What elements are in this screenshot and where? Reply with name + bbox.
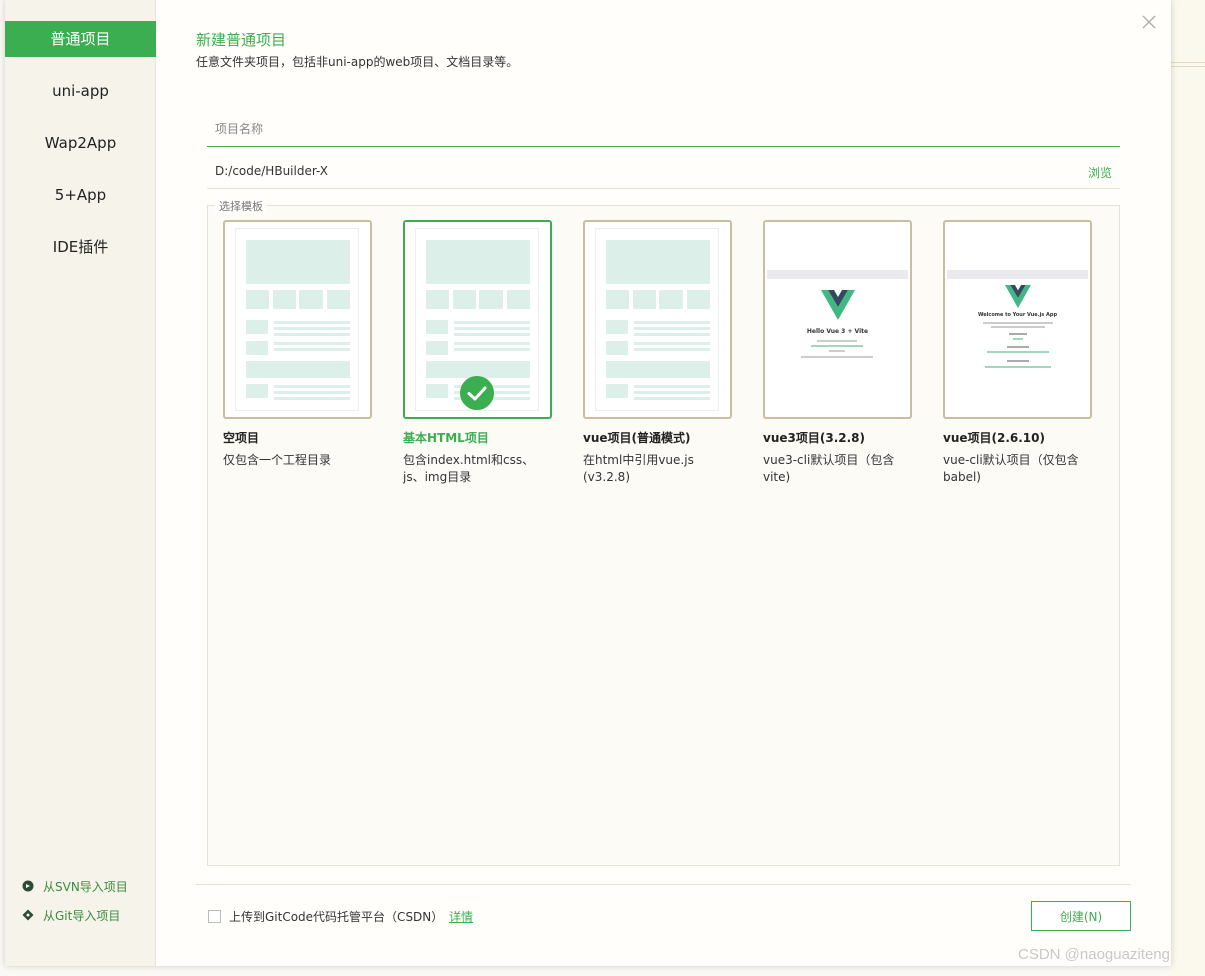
- svn-import-label: 从SVN导入项目: [43, 879, 128, 894]
- project-name-input[interactable]: [207, 112, 1120, 147]
- template-thumbnail: Hello Vue 3 + Vite: [763, 220, 912, 419]
- template-description: 在html中引用vue.js (v3.2.8): [583, 453, 694, 484]
- template-card-vue3[interactable]: Hello Vue 3 + Vite vue3项目(3.2.8) vue3-cl…: [763, 220, 912, 486]
- sidebar-item-ide-plugin[interactable]: IDE插件: [5, 229, 156, 265]
- upload-label: 上传到GitCode代码托管平台（CSDN）: [229, 910, 444, 924]
- browser-bar: [947, 270, 1088, 279]
- new-project-dialog: 普通项目 uni-app Wap2App 5+App IDE插件 从SVN导入项…: [5, 0, 1171, 966]
- vue-logo-icon: [821, 290, 855, 320]
- template-description: 包含index.html和css、js、img目录: [403, 453, 535, 484]
- template-legend: 选择模板: [215, 198, 267, 214]
- template-name: 基本HTML项目: [403, 431, 489, 445]
- wireframe-preview: [595, 228, 719, 411]
- template-card-vue-normal[interactable]: vue项目(普通模式) 在html中引用vue.js (v3.2.8): [583, 220, 732, 486]
- preview-heading: Welcome to Your Vue.js App: [977, 312, 1058, 318]
- upload-checkbox[interactable]: [208, 910, 221, 923]
- template-card-empty[interactable]: 空项目 仅包含一个工程目录: [223, 220, 372, 469]
- watermark: CSDN @naoguaziteng: [1018, 946, 1170, 963]
- template-thumbnail: Welcome to Your Vue.js App: [943, 220, 1092, 419]
- vue-app-preview: Hello Vue 3 + Vite: [767, 270, 908, 370]
- sidebar-item-wap2app[interactable]: Wap2App: [5, 125, 156, 161]
- location-path[interactable]: D:/code/HBuilder-X: [215, 164, 328, 178]
- template-name: vue3项目(3.2.8): [763, 431, 865, 445]
- template-description: vue-cli默认项目（仅包含babel): [943, 453, 1079, 484]
- details-link[interactable]: 详情: [449, 908, 473, 925]
- sidebar-item-uni-app[interactable]: uni-app: [5, 73, 156, 109]
- template-description: vue3-cli默认项目（包含vite): [763, 453, 895, 484]
- project-type-sidebar: 普通项目 uni-app Wap2App 5+App IDE插件 从SVN导入项…: [5, 0, 156, 966]
- location-row: D:/code/HBuilder-X 浏览: [207, 157, 1120, 189]
- template-thumbnail: [223, 220, 372, 419]
- template-thumbnail: [403, 220, 552, 419]
- import-from-git-link[interactable]: 从Git导入项目: [22, 905, 120, 925]
- check-icon: [460, 376, 494, 410]
- background-editor: [1170, 0, 1205, 976]
- git-import-label: 从Git导入项目: [43, 908, 121, 923]
- create-button[interactable]: 创建(N): [1031, 901, 1131, 931]
- import-from-svn-link[interactable]: 从SVN导入项目: [22, 876, 128, 896]
- dialog-content: 新建普通项目 任意文件夹项目，包括非uni-app的web项目、文档目录等。 D…: [156, 0, 1171, 966]
- template-name: 空项目: [223, 431, 260, 445]
- dialog-subtitle: 任意文件夹项目，包括非uni-app的web项目、文档目录等。: [196, 55, 519, 69]
- vue-logo-icon: [1005, 285, 1031, 308]
- wireframe-preview: [235, 228, 359, 411]
- editor-line: [1170, 62, 1205, 63]
- vue-app-preview: Welcome to Your Vue.js App: [947, 270, 1088, 376]
- template-name: vue项目(2.6.10): [943, 431, 1045, 445]
- editor-line: [1170, 66, 1205, 67]
- close-icon[interactable]: [1141, 14, 1157, 30]
- dialog-title: 新建普通项目: [196, 31, 287, 49]
- browse-button[interactable]: 浏览: [1088, 164, 1112, 181]
- template-description: 仅包含一个工程目录: [223, 453, 332, 467]
- template-card-basic-html[interactable]: 基本HTML项目 包含index.html和css、js、img目录: [403, 220, 552, 486]
- template-thumbnail: [583, 220, 732, 419]
- template-name: vue项目(普通模式): [583, 431, 691, 445]
- sidebar-item-5plus-app[interactable]: 5+App: [5, 177, 156, 213]
- preview-heading: Hello Vue 3 + Vite: [806, 328, 869, 335]
- browser-bar: [767, 270, 908, 279]
- sidebar-item-normal-project[interactable]: 普通项目: [5, 21, 156, 57]
- svn-icon: [22, 880, 34, 892]
- footer-divider: [196, 884, 1131, 885]
- git-icon: [22, 909, 34, 921]
- template-card-vue2[interactable]: Welcome to Your Vue.js App vue项目(2.6.10)…: [943, 220, 1092, 486]
